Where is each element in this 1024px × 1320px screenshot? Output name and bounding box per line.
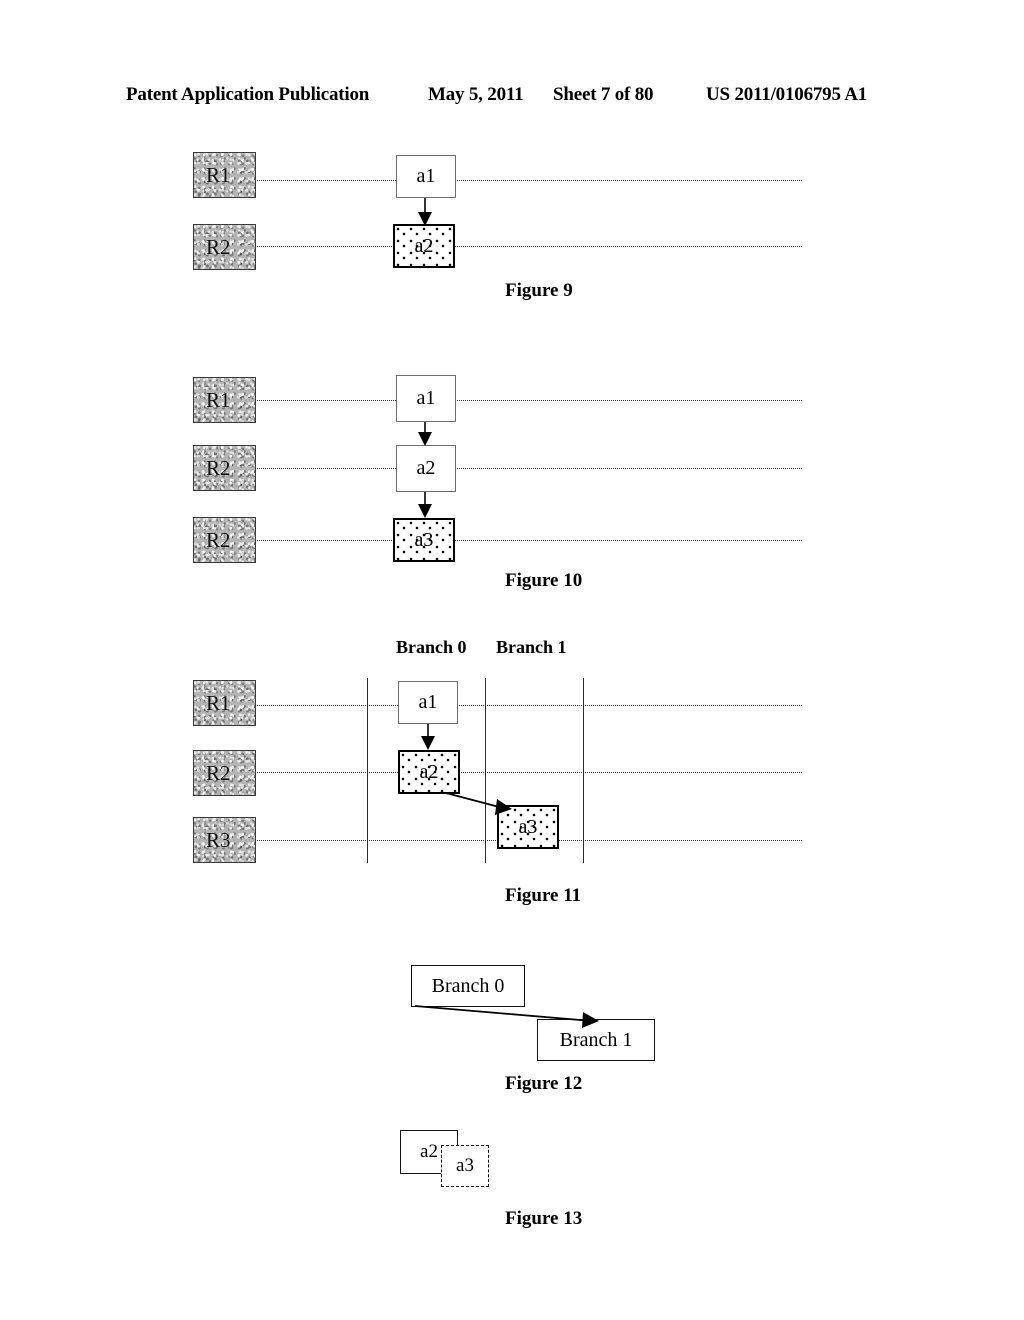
branch-separator-left [367, 678, 368, 863]
revision-label: R2 [206, 527, 231, 552]
lane-line-r1 [250, 180, 802, 181]
figure-11-arrows [421, 724, 512, 815]
arrow-a1-to-a2 [421, 724, 435, 750]
activity-box-a2: a2 [398, 750, 460, 794]
branch-box-label: Branch 1 [559, 1028, 633, 1051]
revision-box-r2: R2 [193, 445, 256, 491]
page-header: Patent Application Publication May 5, 20… [0, 84, 1024, 110]
figure-10-caption: Figure 10 [505, 570, 583, 591]
arrow-a1-to-a2 [418, 422, 432, 446]
branch-box-0: Branch 0 [411, 965, 525, 1007]
figure-12-caption: Figure 12 [505, 1073, 583, 1094]
activity-box-a1: a1 [396, 375, 456, 422]
activity-label: a3 [518, 815, 538, 838]
lane-line-r2 [250, 468, 802, 469]
figure-13-caption: Figure 13 [505, 1208, 583, 1229]
revision-label: R1 [206, 162, 231, 187]
activity-box-a2: a2 [396, 445, 456, 492]
overlap-box-label: a3 [456, 1155, 474, 1176]
branch-box-label: Branch 0 [431, 974, 505, 997]
revision-label: R1 [206, 690, 231, 715]
revision-box-r2: R2 [193, 750, 256, 796]
revision-box-r1: R1 [193, 152, 256, 198]
lane-line-r1 [250, 705, 802, 706]
activity-box-a1: a1 [398, 681, 458, 724]
overlap-box-a3: a3 [441, 1145, 489, 1187]
lane-line-r1 [250, 400, 802, 401]
activity-label: a1 [418, 691, 438, 713]
branch-header-1: Branch 1 [496, 637, 567, 657]
revision-box-r2-second: R2 [193, 517, 256, 563]
activity-box-a1: a1 [396, 155, 456, 198]
activity-label: a2 [416, 457, 436, 479]
revision-label: R2 [206, 455, 231, 480]
lane-line-r2-second [250, 540, 802, 541]
branch-box-1: Branch 1 [537, 1019, 655, 1061]
arrow-a2-to-a3 [418, 492, 432, 518]
revision-label: R1 [206, 387, 231, 412]
header-publication-title: Patent Application Publication [126, 84, 370, 105]
activity-label: a3 [414, 528, 434, 551]
lane-line-r2 [250, 772, 802, 773]
lane-line-r2 [250, 246, 802, 247]
revision-box-r2: R2 [193, 224, 256, 270]
overlap-box-label: a2 [420, 1141, 438, 1162]
header-date: May 5, 2011 [428, 84, 524, 105]
activity-label: a1 [416, 387, 436, 409]
activity-box-a3: a3 [497, 805, 559, 849]
revision-label: R2 [206, 760, 231, 785]
branch-separator-middle [485, 678, 486, 863]
arrow-a1-to-a2 [418, 198, 432, 226]
arrow-branch0-to-branch1 [414, 1005, 599, 1028]
revision-label: R2 [206, 234, 231, 259]
figure-9-caption: Figure 9 [505, 280, 573, 301]
header-patent-number: US 2011/0106795 A1 [706, 84, 868, 105]
branch-separator-right [583, 678, 584, 863]
activity-box-a2: a2 [393, 224, 455, 268]
revision-label: R3 [206, 827, 231, 852]
activity-box-a3: a3 [393, 518, 455, 562]
activity-label: a2 [419, 760, 439, 783]
activity-label: a2 [414, 234, 434, 257]
activity-label: a1 [416, 165, 436, 187]
branch-header-0: Branch 0 [396, 637, 467, 657]
revision-box-r3: R3 [193, 817, 256, 863]
revision-box-r1: R1 [193, 680, 256, 726]
revision-box-r1: R1 [193, 377, 256, 423]
figure-11-caption: Figure 11 [505, 885, 582, 906]
header-sheet-number: Sheet 7 of 80 [553, 84, 654, 105]
